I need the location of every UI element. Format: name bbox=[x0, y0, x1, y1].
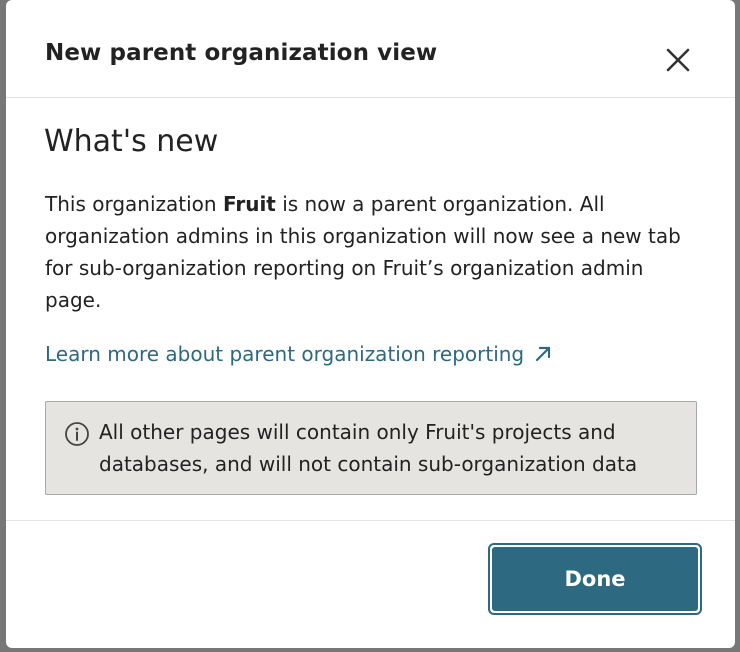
close-button[interactable] bbox=[661, 43, 695, 77]
dialog-header: New parent organization view bbox=[6, 0, 735, 98]
description-prefix: This organization bbox=[45, 192, 223, 216]
footer-divider bbox=[6, 520, 735, 521]
info-callout: All other pages will contain only Fruit'… bbox=[45, 401, 697, 495]
done-button[interactable]: Done bbox=[488, 543, 702, 615]
section-heading: What's new bbox=[44, 124, 219, 159]
external-link-icon bbox=[536, 346, 551, 361]
learn-more-label: Learn more about parent organization rep… bbox=[45, 342, 525, 366]
info-text: All other pages will contain only Fruit'… bbox=[99, 420, 638, 476]
dialog-title: New parent organization view bbox=[45, 40, 438, 66]
description-text: This organization Fruit is now a parent … bbox=[45, 188, 685, 316]
info-icon bbox=[65, 422, 89, 446]
done-button-label: Done bbox=[492, 547, 698, 611]
parent-organization-dialog: New parent organization view What's new … bbox=[6, 0, 735, 648]
organization-name: Fruit bbox=[222, 192, 276, 216]
learn-more-link[interactable]: Learn more about parent organization rep… bbox=[45, 342, 552, 366]
close-icon bbox=[666, 48, 690, 72]
